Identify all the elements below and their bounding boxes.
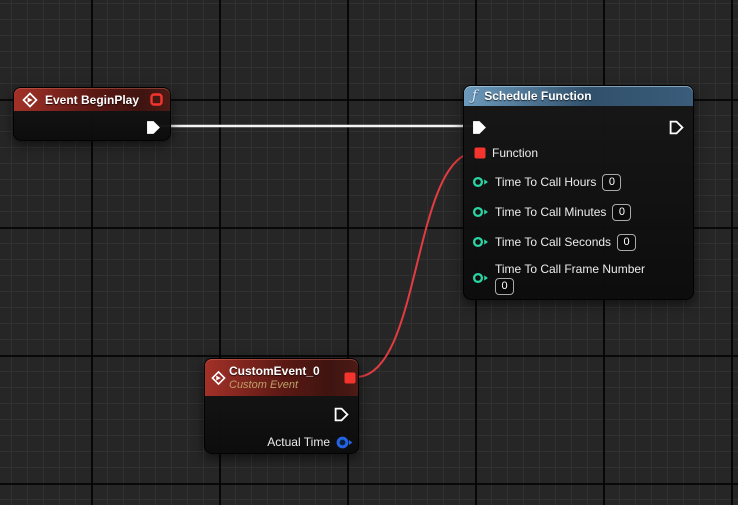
pin-row-seconds: Time To Call Seconds 0 [472,230,636,254]
function-f-icon: ƒ [472,89,477,103]
exec-out-pin[interactable] [334,407,349,422]
pin-row-minutes: Time To Call Minutes 0 [472,200,631,224]
delegate-out-pin[interactable] [344,372,356,384]
node-title: CustomEvent_0 [229,364,320,378]
frame-number-value-input[interactable]: 0 [495,278,514,295]
delegate-pin-icon[interactable] [150,93,163,106]
pin-row-hours: Time To Call Hours 0 [472,170,621,194]
int-pin[interactable] [472,236,489,248]
pin-row-function: Function [474,141,538,165]
schedule-function-header[interactable]: ƒ Schedule Function [464,86,693,106]
node-subtitle: Custom Event [229,379,298,391]
delegate-pin[interactable] [474,147,486,159]
exec-out-pin[interactable] [669,120,684,135]
pin-label: Time To Call Seconds [495,235,611,249]
pin-label: Time To Call Minutes [495,205,606,219]
minutes-value-input[interactable]: 0 [612,204,631,221]
pin-label: Function [492,146,538,160]
int-pin[interactable] [472,176,489,188]
int-pin[interactable] [472,272,489,284]
delegate-wire-customevent-to-function[interactable] [356,152,477,377]
exec-in-pin[interactable] [472,120,487,135]
pin-label: Actual Time [267,435,330,449]
hours-value-input[interactable]: 0 [602,174,621,191]
event-beginplay-header[interactable]: Event BeginPlay [14,88,170,111]
node-title: Schedule Function [484,89,591,103]
seconds-value-input[interactable]: 0 [617,234,636,251]
pin-row-frame-number: Time To Call Frame Number 0 [472,258,645,298]
custom-event-header[interactable]: CustomEvent_0 Custom Event [205,359,358,396]
pin-row-actual-time: Actual Time [267,430,353,454]
node-custom-event-0[interactable]: CustomEvent_0 Custom Event Actual Time [204,358,359,454]
pin-label: Time To Call Frame Number [495,262,645,276]
event-diamond-icon [22,92,38,108]
blueprint-graph-canvas[interactable]: Event BeginPlay ƒ Schedule Function Fu [0,0,738,505]
node-title: Event BeginPlay [45,93,139,107]
pin-label: Time To Call Hours [495,175,596,189]
int-pin[interactable] [472,206,489,218]
event-diamond-icon [211,370,226,385]
node-event-beginplay[interactable]: Event BeginPlay [13,87,171,141]
exec-out-pin[interactable] [146,120,161,135]
struct-pin[interactable] [336,436,353,449]
node-schedule-function[interactable]: ƒ Schedule Function Function Time To Cal… [463,85,694,300]
